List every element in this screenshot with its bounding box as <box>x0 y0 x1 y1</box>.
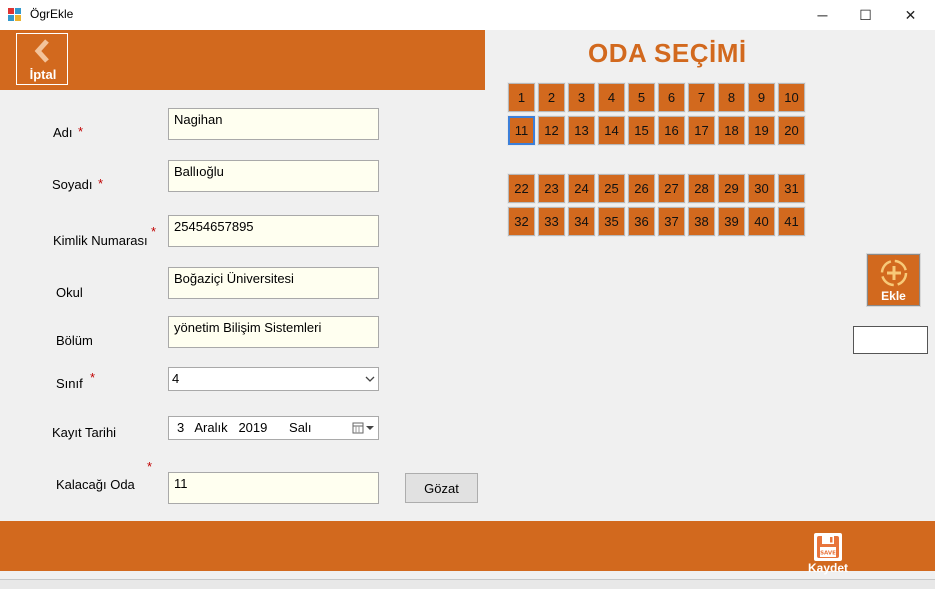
room-button[interactable]: 18 <box>717 115 746 146</box>
save-label: Kaydet <box>807 561 848 575</box>
room-button[interactable]: 33 <box>537 206 566 237</box>
minimize-icon: ─ <box>817 7 828 23</box>
name-label: Adı <box>53 125 73 140</box>
date-year: 2019 <box>238 420 268 435</box>
chevron-down-icon <box>365 376 375 382</box>
room-button[interactable]: 22 <box>507 173 536 204</box>
cancel-label: İptal <box>29 67 57 82</box>
maximize-button[interactable]: ☐ <box>843 0 888 30</box>
room-button[interactable]: 7 <box>687 82 716 113</box>
class-required-mark: * <box>90 370 96 385</box>
room-button[interactable]: 24 <box>567 173 596 204</box>
school-input[interactable]: Boğaziçi Üniversitesi <box>168 267 379 299</box>
name-required-mark: * <box>78 124 84 139</box>
room-button[interactable]: 34 <box>567 206 596 237</box>
close-icon: ✕ <box>904 6 917 23</box>
footer-bar <box>0 521 935 571</box>
room-selection-title: ODA SEÇİMİ <box>588 38 747 68</box>
room-button[interactable]: 31 <box>777 173 806 204</box>
title-bar: ÖgrEkle ─ ☐ ✕ <box>0 0 935 30</box>
room-button[interactable]: 17 <box>687 115 716 146</box>
room-button[interactable]: 28 <box>687 173 716 204</box>
header-bar <box>0 30 485 90</box>
calendar-icon <box>352 422 374 434</box>
room-button[interactable]: 38 <box>687 206 716 237</box>
room-button[interactable]: 35 <box>597 206 626 237</box>
room-button[interactable]: 27 <box>657 173 686 204</box>
save-icon-text: SAVE <box>820 551 836 557</box>
app-icon <box>8 8 21 21</box>
room-button[interactable]: 25 <box>597 173 626 204</box>
cancel-button[interactable]: İptal <box>16 33 68 85</box>
room-button[interactable]: 5 <box>627 82 656 113</box>
add-circle-icon <box>880 259 908 287</box>
id-number-label: Kimlik Numarası <box>53 233 148 248</box>
room-button[interactable]: 37 <box>657 206 686 237</box>
add-label: Ekle <box>881 289 906 303</box>
date-day: 3 <box>177 420 185 435</box>
date-weekday: Salı <box>289 420 312 435</box>
back-arrow-icon <box>34 39 49 63</box>
maximize-icon: ☐ <box>859 6 872 23</box>
room-button[interactable]: 41 <box>777 206 806 237</box>
room-button[interactable]: 26 <box>627 173 656 204</box>
room-button[interactable]: 15 <box>627 115 656 146</box>
class-select[interactable]: 4 <box>168 367 379 391</box>
room-button[interactable]: 20 <box>777 115 806 146</box>
close-button[interactable]: ✕ <box>888 0 933 30</box>
class-label: Sınıf <box>56 376 83 391</box>
room-button[interactable]: 40 <box>747 206 776 237</box>
surname-required-mark: * <box>98 176 104 191</box>
room-button[interactable]: 9 <box>747 82 776 113</box>
room-label: Kalacağı Oda <box>56 477 135 492</box>
room-button[interactable]: 23 <box>537 173 566 204</box>
school-label: Okul <box>56 285 83 300</box>
registration-date-label: Kayıt Tarihi <box>52 425 117 440</box>
room-button[interactable]: 11 <box>507 115 536 146</box>
room-button[interactable]: 14 <box>597 115 626 146</box>
room-button[interactable]: 16 <box>657 115 686 146</box>
room-button[interactable]: 10 <box>777 82 806 113</box>
department-label: Bölüm <box>56 333 93 348</box>
room-button[interactable]: 1 <box>507 82 536 113</box>
surname-input[interactable]: Ballıoğlu <box>168 160 379 192</box>
department-input[interactable]: yönetim Bilişim Sistemleri <box>168 316 379 348</box>
room-input[interactable]: 11 <box>168 472 379 504</box>
room-count-input[interactable] <box>853 326 928 354</box>
id-number-input[interactable]: 25454657895 <box>168 215 379 247</box>
room-button[interactable]: 6 <box>657 82 686 113</box>
registration-date-picker[interactable]: 3 Aralık 2019 Salı <box>168 416 379 440</box>
name-input[interactable]: Nagihan <box>168 108 379 140</box>
surname-label: Soyadı <box>52 177 93 192</box>
room-button[interactable]: 12 <box>537 115 566 146</box>
room-button[interactable]: 3 <box>567 82 596 113</box>
room-button[interactable]: 29 <box>717 173 746 204</box>
window-title: ÖgrEkle <box>30 7 74 21</box>
room-button[interactable]: 30 <box>747 173 776 204</box>
room-button[interactable]: 4 <box>597 82 626 113</box>
room-button[interactable]: 36 <box>627 206 656 237</box>
save-button[interactable]: SAVE Kaydet <box>807 532 849 575</box>
room-button[interactable]: 19 <box>747 115 776 146</box>
minimize-button[interactable]: ─ <box>800 0 845 30</box>
room-required-mark: * <box>147 459 153 474</box>
class-select-value: 4 <box>172 371 180 386</box>
room-button[interactable]: 39 <box>717 206 746 237</box>
room-button[interactable]: 32 <box>507 206 536 237</box>
date-month: Aralık <box>194 420 228 435</box>
browse-button[interactable]: Gözat <box>405 473 478 503</box>
room-button[interactable]: 8 <box>717 82 746 113</box>
id-number-required-mark: * <box>151 224 157 239</box>
room-button[interactable]: 2 <box>537 82 566 113</box>
add-button[interactable]: Ekle <box>866 253 921 307</box>
room-button[interactable]: 13 <box>567 115 596 146</box>
floppy-disk-icon: SAVE <box>814 533 842 561</box>
